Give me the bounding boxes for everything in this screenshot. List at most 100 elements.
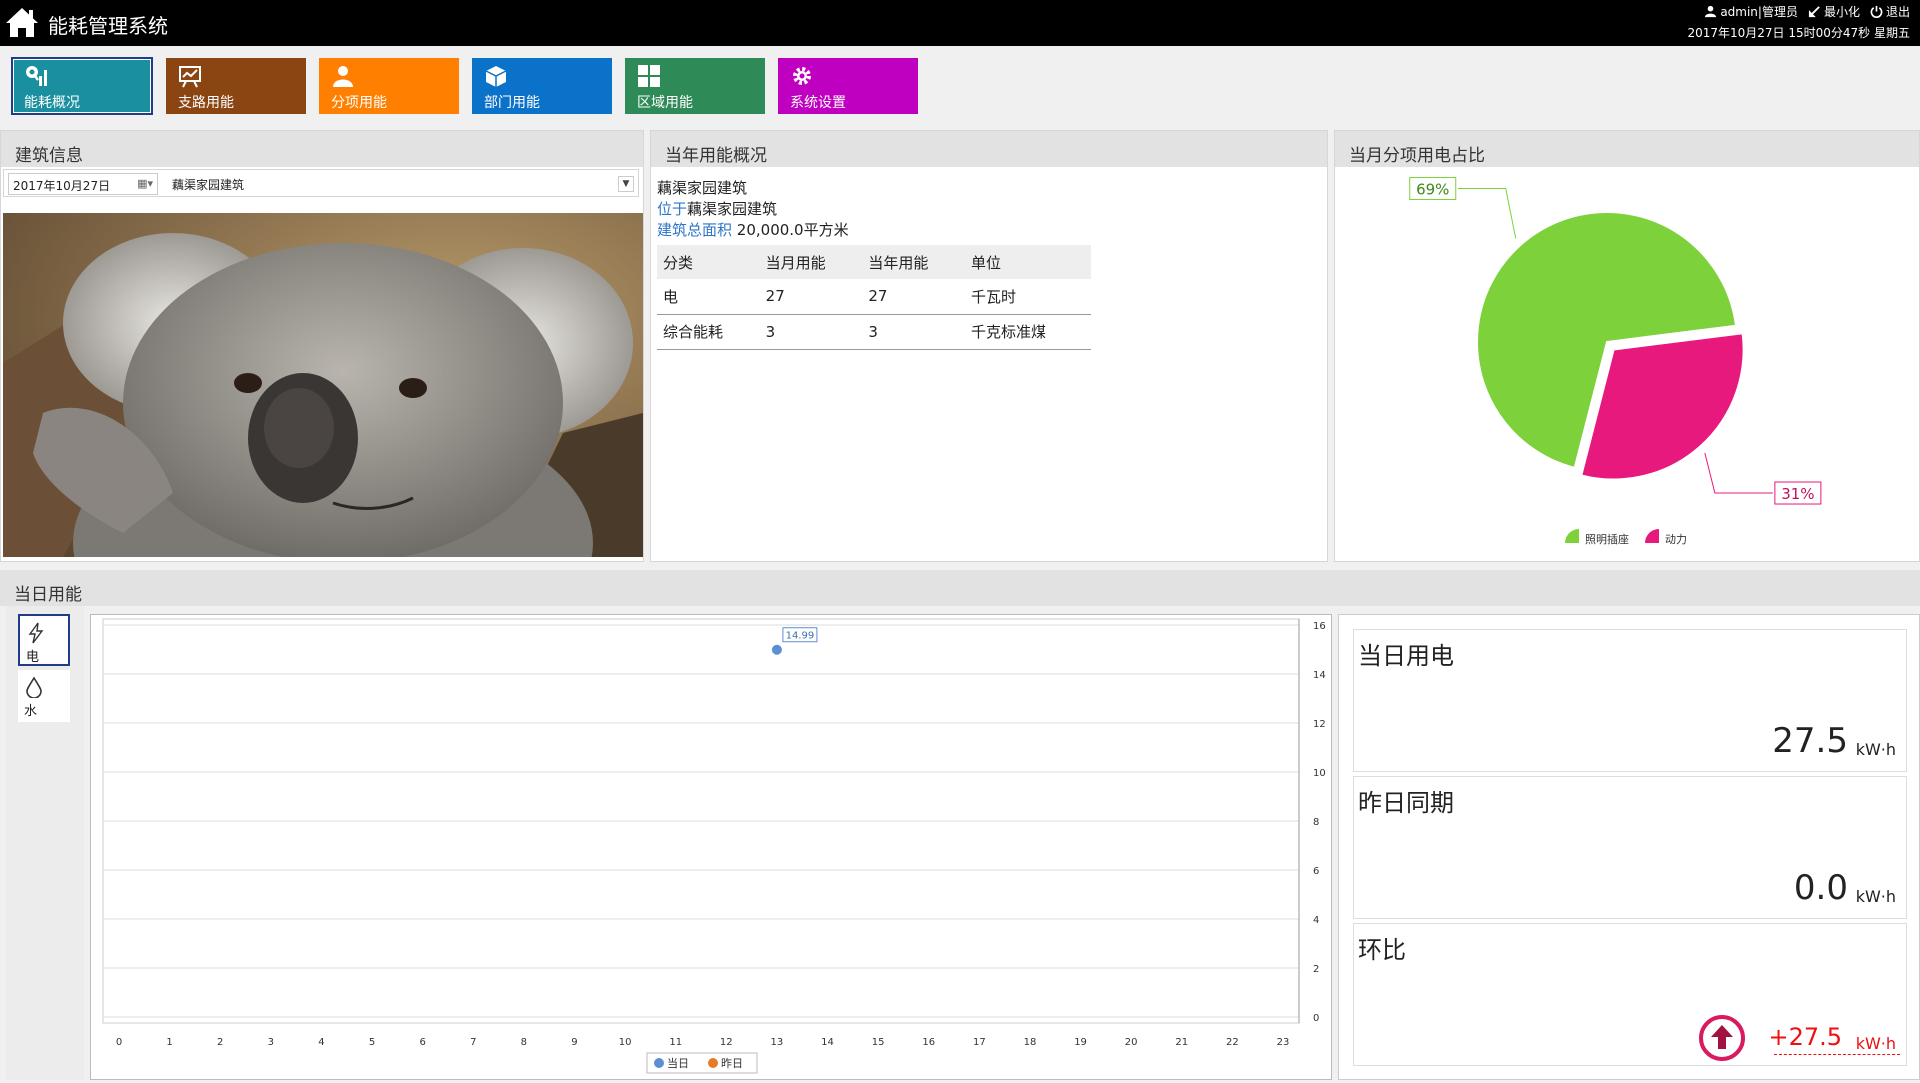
stat-yesterday: 昨日同期 0.0 kW·h: [1353, 776, 1907, 919]
y-tick-label: 14: [1313, 670, 1326, 681]
x-tick-label: 3: [268, 1037, 274, 1048]
column-header: 单位: [964, 245, 1091, 279]
hourly-chart-panel: 0 2 4 6 8 10 12 14 16 0 1 2 3 4 5 6 7 8 9 10 11 12 13 14 15 16 17 1…: [90, 614, 1332, 1080]
stat-today: 当日用电 27.5 kW·h: [1353, 629, 1907, 772]
stat-underline: [1774, 1054, 1900, 1055]
nav-tile-branch[interactable]: 支路用能: [166, 58, 306, 114]
y-tick-label: 16: [1313, 621, 1326, 632]
x-tick-label: 14: [821, 1037, 834, 1048]
x-tick-label: 8: [521, 1037, 527, 1048]
date-picker[interactable]: 2017年10月27日 ▦▾: [8, 173, 158, 195]
user-icon: [1705, 5, 1717, 18]
logout-label: 退出: [1885, 5, 1910, 19]
legend-label: 照明插座: [1585, 532, 1629, 546]
x-tick-label: 18: [1024, 1037, 1037, 1048]
x-tick-label: 4: [318, 1037, 324, 1048]
table-cell: 3: [862, 314, 965, 350]
monthly-share-panel: 当月分项用电占比 31% 69% 照明插座 动力: [1334, 130, 1920, 562]
pie-slice: [1580, 332, 1745, 481]
nav-label: 分项用能: [331, 95, 387, 111]
x-tick-label: 7: [470, 1037, 476, 1048]
annual-overview-panel: 当年用能概况 藕渠家园建筑 位于藕渠家园建筑 建筑总面积 20,000.0平方米…: [650, 130, 1328, 562]
y-tick-label: 4: [1313, 915, 1319, 926]
daily-stats-panel: 当日用电 27.5 kW·h 昨日同期 0.0 kW·h 环比 +27.5 kW…: [1338, 614, 1920, 1080]
y-tick-label: 12: [1313, 719, 1326, 730]
nav-tile-department[interactable]: 部门用能: [472, 58, 612, 114]
nav-tile-subitem[interactable]: 分项用能: [319, 58, 459, 114]
data-label: 14.99: [786, 631, 815, 642]
stat-unit: kW·h: [1855, 740, 1896, 759]
minimize-button[interactable]: 最小化: [1808, 3, 1860, 20]
stat-title: 昨日同期: [1358, 789, 1454, 817]
nav-label: 能耗概况: [24, 95, 80, 111]
y-tick-label: 10: [1313, 768, 1326, 779]
legend-label: 昨日: [721, 1057, 743, 1070]
x-tick-label: 2: [217, 1037, 223, 1048]
column-header: 分类: [657, 245, 760, 279]
user-menu[interactable]: admin|管理员: [1704, 3, 1798, 20]
data-point: [771, 644, 782, 655]
app-title: 能耗管理系统: [48, 14, 168, 38]
datetime-display: 2017年10月27日 15时00分47秒 星期五: [1687, 26, 1910, 40]
x-tick-label: 11: [669, 1037, 682, 1048]
nav-tile-settings[interactable]: 系统设置: [778, 58, 918, 114]
building-name: 藕渠家园建筑: [657, 179, 748, 197]
energy-type-tabs: 电 水: [6, 606, 84, 1080]
main-nav: 能耗概况 支路用能 分项用能 部门用能 区域用能 系统设置: [0, 46, 1920, 126]
calendar-icon[interactable]: ▦▾: [137, 177, 153, 190]
table-cell: 27: [862, 279, 965, 315]
branch-chart-icon: [179, 66, 201, 88]
legend-label: 动力: [1665, 533, 1687, 546]
stat-ratio: 环比 +27.5 kW·h: [1353, 923, 1907, 1066]
nav-tile-region[interactable]: 区域用能: [625, 58, 765, 114]
building-info-panel: 建筑信息 2017年10月27日 ▦▾ 藕渠家园建筑 ▼: [0, 130, 644, 562]
legend-swatch: [654, 1058, 664, 1068]
table-row: 综合能耗 3 3 千克标准煤: [657, 314, 1091, 350]
building-location: 位于藕渠家园建筑: [657, 198, 777, 219]
table-cell: 27: [759, 279, 863, 315]
pie-label: 31%: [1781, 485, 1814, 503]
x-tick-label: 9: [571, 1037, 577, 1048]
panel-title: 当月分项用电占比: [1335, 131, 1919, 167]
column-header: 当月用能: [759, 245, 863, 279]
nav-tile-overview[interactable]: 能耗概况: [11, 57, 153, 115]
tab-water[interactable]: 水: [18, 670, 70, 722]
stat-title: 当日用电: [1358, 642, 1454, 670]
home-icon[interactable]: [4, 5, 40, 39]
daily-section-title: 当日用能: [0, 570, 1920, 606]
user-label: admin|管理员: [1720, 5, 1798, 19]
overview-icon: [26, 66, 47, 86]
top-bar: 能耗管理系统 admin|管理员 最小化 退出 2017年10月27日 15时0…: [0, 0, 1920, 46]
hourly-line-chart: 02468101214160 1 2 3 4 5 6 7 8 9 10 11 12 13 14 15 16 17 1…: [102, 618, 1326, 1074]
location-value: 藕渠家园建筑: [687, 200, 778, 218]
stat-value: 0.0: [1793, 868, 1848, 908]
water-drop-icon: [26, 676, 42, 698]
y-tick-label: 0: [1313, 1013, 1319, 1024]
x-tick-label: 12: [720, 1037, 733, 1048]
minimize-label: 最小化: [1823, 5, 1860, 19]
pie-label-line: [1457, 187, 1517, 239]
logout-button[interactable]: 退出: [1870, 3, 1910, 20]
pie-label: 69%: [1416, 180, 1449, 198]
legend-swatch: [1565, 529, 1579, 543]
x-tick-label: 20: [1125, 1037, 1138, 1048]
x-tick-label: 22: [1226, 1037, 1239, 1048]
minimize-icon: [1808, 6, 1820, 18]
panel-title: 建筑信息: [1, 131, 643, 167]
x-tick-label: 17: [973, 1037, 986, 1048]
area-value: 20,000.0平方米: [736, 221, 849, 239]
lightning-icon: [28, 622, 44, 644]
building-filter-bar: 2017年10月27日 ▦▾ 藕渠家园建筑 ▼: [3, 169, 639, 197]
building-select[interactable]: 藕渠家园建筑 ▼: [168, 173, 638, 195]
grid-icon: [638, 65, 660, 87]
x-tick-label: 10: [619, 1037, 632, 1048]
building-area: 建筑总面积 20,000.0平方米: [657, 219, 849, 240]
chevron-down-icon[interactable]: ▼: [618, 176, 634, 192]
legend-label: 当日: [667, 1056, 689, 1070]
tab-electric[interactable]: 电: [18, 614, 70, 666]
x-tick-label: 19: [1074, 1037, 1087, 1048]
x-tick-label: 15: [872, 1037, 885, 1048]
cube-icon: [485, 66, 507, 87]
x-tick-label: 21: [1175, 1037, 1188, 1048]
pie-label-line: [1704, 452, 1773, 494]
